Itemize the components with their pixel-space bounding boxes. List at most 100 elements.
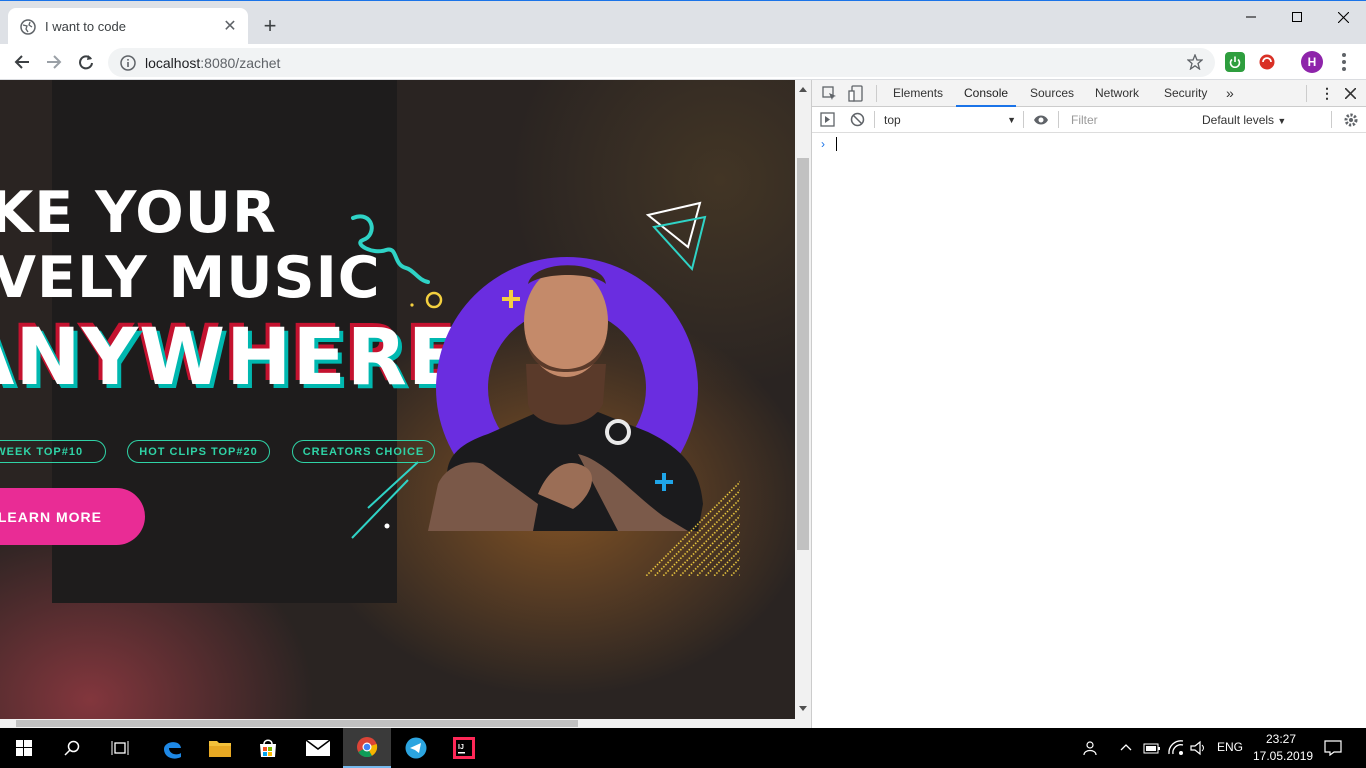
separator	[1023, 111, 1024, 128]
mail-taskbar-button[interactable]	[294, 728, 342, 768]
page-viewport: AKE YOUR OVELY MUSIC ANYWHERE	[0, 80, 795, 719]
url-host: localhost	[145, 54, 201, 71]
file-explorer-taskbar-button[interactable]	[196, 728, 244, 768]
store-icon	[260, 739, 276, 757]
back-button[interactable]	[8, 48, 36, 76]
windows-logo-icon	[16, 740, 32, 756]
close-window-button[interactable]	[1320, 1, 1366, 33]
extension-power-icon[interactable]	[1225, 52, 1245, 72]
forward-button[interactable]	[40, 48, 68, 76]
chrome-icon	[357, 737, 378, 758]
separator	[1331, 111, 1332, 128]
log-levels-dropdown[interactable]: Default levels ▼	[1202, 107, 1286, 133]
gear-icon[interactable]	[1343, 112, 1359, 128]
maximize-icon	[1292, 12, 1302, 22]
wifi-icon[interactable]	[1167, 739, 1185, 757]
minimize-button[interactable]	[1228, 1, 1274, 33]
dropdown-arrow-icon: ▼	[1277, 116, 1287, 126]
tab-title: I want to code	[45, 19, 126, 34]
diagonal-lines-decoration	[351, 461, 419, 539]
horizontal-scrollbar-thumb[interactable]	[16, 720, 578, 727]
mail-icon	[306, 740, 330, 756]
console-filter-input[interactable]: Filter	[1064, 110, 1194, 130]
task-view-button[interactable]	[96, 728, 144, 768]
clock-time[interactable]: 23:27	[1266, 732, 1296, 746]
info-icon[interactable]	[120, 54, 136, 71]
bookmark-star-icon[interactable]	[1187, 54, 1203, 70]
maximize-button[interactable]	[1274, 1, 1320, 33]
profile-avatar[interactable]: H	[1301, 51, 1323, 73]
sidebar-toggle-icon[interactable]	[820, 112, 835, 127]
reload-button[interactable]	[72, 48, 100, 76]
intellij-icon: IJ	[453, 737, 475, 759]
chevron-up-icon[interactable]	[1120, 743, 1132, 751]
close-devtools-icon[interactable]	[1345, 88, 1356, 99]
chrome-taskbar-button[interactable]	[343, 728, 391, 768]
chrome-menu-icon[interactable]	[1338, 51, 1350, 73]
scroll-up-arrow-icon[interactable]	[799, 86, 807, 92]
separator	[1058, 111, 1059, 128]
volume-icon[interactable]	[1190, 740, 1208, 756]
telegram-taskbar-button[interactable]	[392, 728, 440, 768]
separator	[876, 85, 877, 102]
block-icon	[1259, 54, 1275, 70]
pill-hot-clips[interactable]: HOT CLIPS TOP#20	[127, 440, 270, 463]
console-input-caret[interactable]	[836, 137, 837, 151]
telegram-icon	[405, 737, 427, 759]
search-icon	[64, 740, 80, 756]
start-button[interactable]	[0, 728, 48, 768]
reload-icon	[79, 55, 93, 70]
more-tabs-icon[interactable]: »	[1226, 80, 1234, 107]
arrow-left-icon	[14, 55, 29, 69]
edge-taskbar-button[interactable]	[148, 728, 196, 768]
browser-tab[interactable]: I want to code ✕	[8, 8, 248, 45]
devtools-menu-icon[interactable]: ⋮	[1320, 80, 1334, 107]
clear-console-icon[interactable]	[850, 112, 865, 127]
globe-icon	[20, 18, 36, 35]
tab-sources[interactable]: Sources	[1030, 80, 1074, 107]
battery-icon[interactable]	[1143, 741, 1161, 755]
new-tab-button[interactable]: +	[258, 15, 282, 39]
learn-more-button[interactable]: LEARN MORE	[0, 488, 145, 545]
language-indicator[interactable]: ENG	[1217, 740, 1243, 754]
minimize-icon	[1246, 16, 1256, 18]
page-horizontal-scrollbar[interactable]	[0, 719, 811, 728]
task-view-icon	[111, 741, 129, 755]
console-prompt-icon: ›	[821, 137, 825, 151]
pill-week-top[interactable]: S WEEK TOP#10	[0, 440, 106, 463]
tab-elements[interactable]: Elements	[893, 80, 943, 107]
folder-icon	[209, 741, 231, 757]
page-vertical-scrollbar[interactable]	[795, 80, 811, 719]
tab-security[interactable]: Security	[1164, 80, 1207, 107]
tab-console[interactable]: Console	[956, 80, 1017, 107]
context-selector[interactable]: top ▼	[884, 107, 1016, 133]
dropdown-arrow-icon: ▼	[1007, 115, 1016, 125]
notifications-icon[interactable]	[1324, 740, 1342, 756]
hero-headline-line-1: AKE YOUR	[0, 180, 277, 246]
scroll-down-arrow-icon[interactable]	[799, 706, 807, 712]
devtools-tab-bar: Elements Console Sources Network Securit…	[812, 80, 1366, 107]
store-taskbar-button[interactable]	[244, 728, 292, 768]
plus-decoration-yellow	[502, 290, 520, 308]
scrollbar-thumb[interactable]	[797, 158, 809, 550]
pill-creators-choice[interactable]: CREATORS CHOICE	[292, 440, 435, 463]
device-toolbar-icon[interactable]	[848, 85, 863, 102]
close-tab-icon[interactable]: ✕	[222, 18, 238, 35]
devtools-panel: Elements Console Sources Network Securit…	[811, 80, 1366, 728]
search-button[interactable]	[48, 728, 96, 768]
eye-icon[interactable]	[1033, 114, 1049, 126]
separator	[874, 111, 875, 128]
url-path: :8080/zachet	[200, 54, 281, 71]
context-label: top	[884, 113, 901, 127]
inspect-element-icon[interactable]	[822, 86, 837, 101]
intellij-taskbar-button[interactable]: IJ	[440, 728, 488, 768]
windows-taskbar: IJ ENG 23:27 17.05.2019	[0, 728, 1366, 768]
log-levels-label: Default levels	[1202, 113, 1275, 127]
tab-network[interactable]: Network	[1095, 80, 1139, 107]
extension-block-icon[interactable]	[1257, 52, 1277, 72]
browser-toolbar: localhost:8080/zachet H	[0, 44, 1366, 80]
edge-icon	[164, 742, 181, 759]
clock-date[interactable]: 17.05.2019	[1253, 749, 1313, 763]
address-bar[interactable]: localhost:8080/zachet	[108, 48, 1215, 77]
people-icon[interactable]	[1083, 740, 1099, 756]
